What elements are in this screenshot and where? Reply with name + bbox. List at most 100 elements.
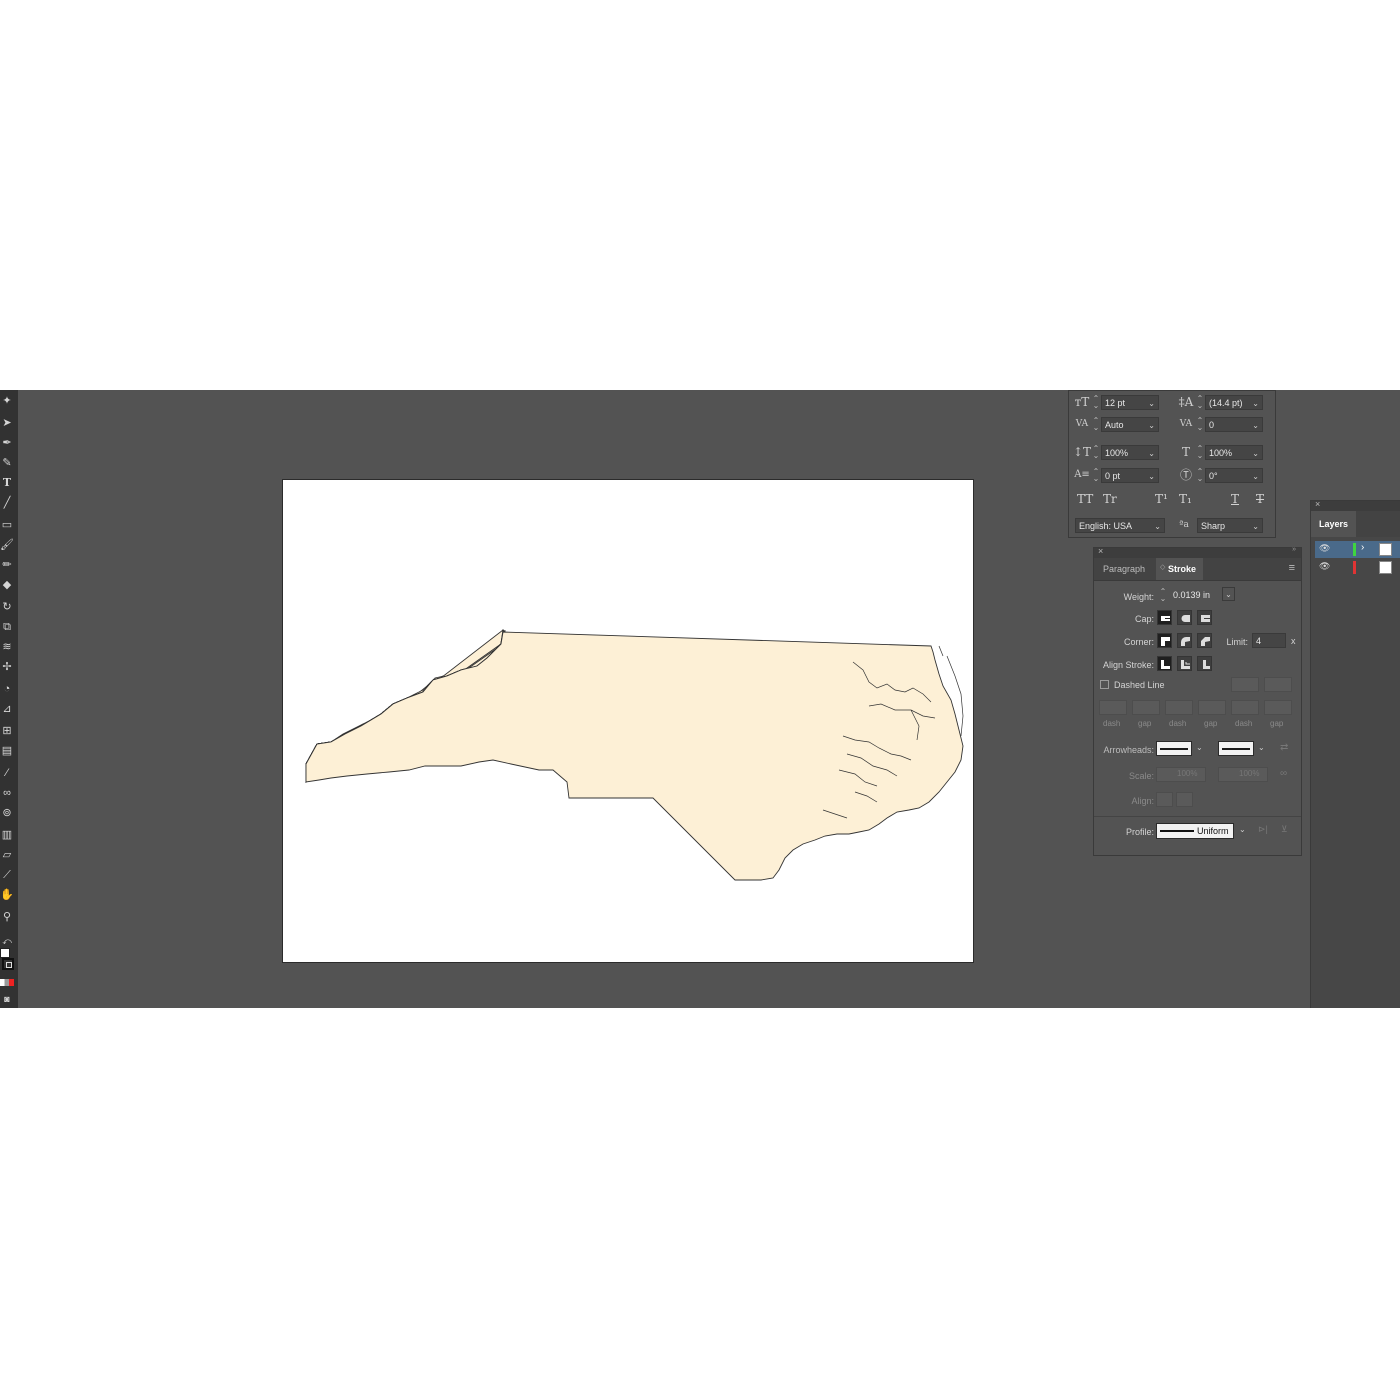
type-icon[interactable]: T <box>0 476 14 490</box>
chevron-down-icon[interactable]: ⌄ <box>1252 519 1259 534</box>
map-artwork[interactable] <box>283 480 975 964</box>
chevron-down-icon[interactable]: ⌄ <box>1148 469 1155 484</box>
weight-stepper-icon[interactable]: ⌃ ⌄ <box>1158 588 1168 603</box>
horizontal-scale-stepper-icon[interactable]: ⌃ ⌄ <box>1195 445 1205 460</box>
leading-stepper-icon[interactable]: ⌃ ⌄ <box>1195 395 1205 410</box>
subscript-button[interactable]: T₁ <box>1179 492 1192 506</box>
fill-swatch[interactable] <box>0 948 10 958</box>
close-icon[interactable]: × <box>1098 546 1103 556</box>
dashed-line-checkbox[interactable] <box>1100 680 1109 689</box>
font-size-stepper-icon[interactable]: ⌃ ⌄ <box>1091 395 1101 410</box>
visibility-eye-icon[interactable]: 👁 <box>1319 561 1330 572</box>
baseline-shift-stepper-icon[interactable]: ⌃ ⌄ <box>1091 468 1101 483</box>
mesh-icon[interactable]: ⊞ <box>0 724 14 738</box>
hand-icon[interactable]: ✋ <box>0 888 14 902</box>
screen-mode-icon[interactable]: ◙ <box>0 992 14 1006</box>
chevron-down-icon[interactable]: ⌄ <box>1252 418 1259 433</box>
chevron-down-icon[interactable]: ⌄ <box>1222 587 1235 601</box>
artboard[interactable] <box>282 479 974 963</box>
slice-icon[interactable]: ⟋ <box>0 868 14 882</box>
rectangle-icon[interactable]: ▭ <box>0 518 14 532</box>
eyedropper-icon[interactable]: ⁄ <box>0 766 14 780</box>
scale-icon[interactable]: ⧉ <box>0 620 14 634</box>
dash-field-1[interactable] <box>1099 700 1127 715</box>
end-arrowhead-select[interactable] <box>1218 741 1254 756</box>
layer-row-2[interactable]: 👁 <box>1315 559 1400 576</box>
chevron-down-icon[interactable]: ⌄ <box>1252 469 1259 484</box>
character-rotation-field[interactable]: 0° ⌄ <box>1205 467 1263 484</box>
profile-select[interactable]: Uniform <box>1156 823 1234 839</box>
align-center-button[interactable] <box>1157 656 1172 671</box>
bevel-join-button[interactable] <box>1197 633 1212 648</box>
font-size-field[interactable]: 12 pt ⌄ <box>1101 394 1159 411</box>
dash-field-3[interactable] <box>1231 700 1259 715</box>
kerning-stepper-icon[interactable]: ⌃ ⌄ <box>1091 417 1101 432</box>
rotation-stepper-icon[interactable]: ⌃ ⌄ <box>1195 468 1205 483</box>
all-caps-button[interactable]: TT <box>1077 492 1093 506</box>
underline-button[interactable]: T <box>1231 492 1239 506</box>
baseline-shift-field[interactable]: 0 pt ⌄ <box>1101 467 1159 484</box>
gradient-icon[interactable]: ▤ <box>0 744 14 758</box>
blend-icon[interactable]: ∞ <box>0 786 14 800</box>
tab-paragraph[interactable]: Paragraph <box>1096 558 1152 580</box>
expand-layer-icon[interactable]: › <box>1361 542 1364 553</box>
projecting-cap-button[interactable] <box>1197 610 1212 625</box>
arrow-tip-beyond-button[interactable] <box>1156 792 1173 807</box>
preserve-dash-button[interactable] <box>1231 677 1259 692</box>
start-scale-field[interactable]: 100% <box>1156 767 1206 782</box>
visibility-eye-icon[interactable]: 👁 <box>1319 543 1330 554</box>
chevron-down-icon[interactable]: ⌄ <box>1252 396 1259 411</box>
nc-primary[interactable] <box>305 631 964 881</box>
gap-field-1[interactable] <box>1132 700 1160 715</box>
horizontal-scale-field[interactable]: 100% ⌄ <box>1205 444 1263 460</box>
direct-select-icon[interactable]: ➤ <box>0 416 14 430</box>
panel-titlebar[interactable]: × <box>1311 499 1400 511</box>
round-join-button[interactable] <box>1177 633 1192 648</box>
arrow-tip-at-end-button[interactable] <box>1176 792 1193 807</box>
chevron-down-icon[interactable]: ⌄ <box>1148 396 1155 411</box>
panel-titlebar[interactable]: × » <box>1094 546 1301 558</box>
curvature-icon[interactable]: ✎ <box>0 456 14 470</box>
panel-menu-icon[interactable]: ≡ <box>1289 562 1295 574</box>
pencil-icon[interactable]: ✏ <box>0 558 14 572</box>
chevron-down-icon[interactable]: ⌄ <box>1239 825 1246 834</box>
weight-field[interactable]: 0.0139 in <box>1170 588 1222 603</box>
end-scale-field[interactable]: 100% <box>1218 767 1268 782</box>
perspective-icon[interactable]: ⊿ <box>0 702 14 716</box>
tracking-stepper-icon[interactable]: ⌃ ⌄ <box>1195 417 1205 432</box>
align-outside-button[interactable] <box>1197 656 1212 671</box>
vertical-scale-field[interactable]: 100% ⌄ <box>1101 444 1159 461</box>
line-icon[interactable]: ╱ <box>0 496 14 510</box>
vertical-scale-stepper-icon[interactable]: ⌃ ⌄ <box>1091 445 1101 460</box>
strikethrough-button[interactable]: T <box>1256 492 1264 506</box>
link-scale-icon[interactable]: ∞ <box>1280 768 1287 779</box>
limit-field[interactable]: 4 <box>1252 633 1286 648</box>
miter-join-button[interactable] <box>1157 633 1172 648</box>
pen-icon[interactable]: ✒ <box>0 436 14 450</box>
swap-arrowheads-icon[interactable]: ⇄ <box>1280 742 1288 753</box>
rotate-icon[interactable]: ↻ <box>0 600 14 614</box>
chevron-down-icon[interactable]: ⌄ <box>1154 519 1161 534</box>
round-cap-button[interactable] <box>1177 610 1192 625</box>
close-icon[interactable]: × <box>1315 499 1320 509</box>
align-dash-corners-button[interactable] <box>1264 677 1292 692</box>
chevron-down-icon[interactable]: ⌄ <box>1148 418 1155 433</box>
eraser-icon[interactable]: ◆ <box>0 578 14 592</box>
artboard-icon[interactable]: ▱ <box>0 848 14 862</box>
layer-row-1[interactable]: 👁 › <box>1315 541 1400 558</box>
stroke-swatch[interactable] <box>2 958 14 970</box>
shape-builder-icon[interactable]: ◔ <box>0 682 14 696</box>
column-graph-icon[interactable]: ▥ <box>0 828 14 842</box>
collapse-icon[interactable]: » <box>1292 546 1296 553</box>
chevron-down-icon[interactable]: ⌄ <box>1148 446 1155 461</box>
magic-wand-icon[interactable]: ✦ <box>0 394 14 408</box>
symbol-sprayer-icon[interactable]: ⊚ <box>0 806 14 820</box>
language-select[interactable]: English: USA ⌄ <box>1075 517 1165 534</box>
start-arrowhead-select[interactable] <box>1156 741 1192 756</box>
butt-cap-button[interactable] <box>1157 610 1172 625</box>
gap-field-3[interactable] <box>1264 700 1292 715</box>
gap-field-2[interactable] <box>1198 700 1226 715</box>
leading-field[interactable]: (14.4 pt) ⌄ <box>1205 394 1263 411</box>
superscript-button[interactable]: T¹ <box>1155 492 1168 506</box>
small-caps-button[interactable]: Tr <box>1103 492 1117 506</box>
